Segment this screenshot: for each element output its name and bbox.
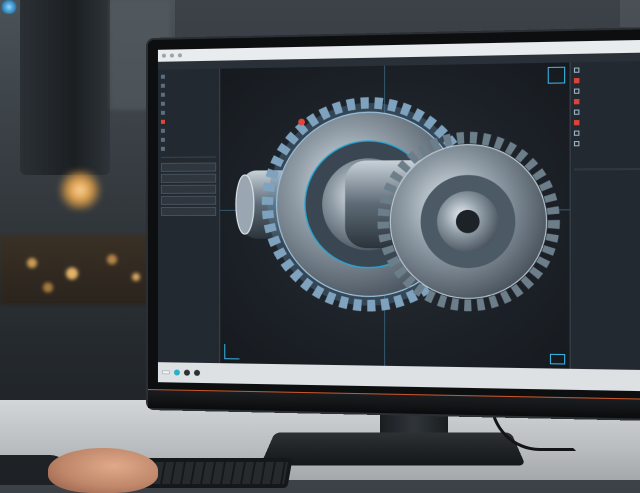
parameter-field[interactable] — [160, 206, 217, 216]
parameter-field[interactable] — [160, 162, 217, 172]
node-icon — [160, 110, 165, 115]
window-dot-icon[interactable] — [169, 53, 174, 58]
tool-icon — [573, 66, 580, 73]
tree-item[interactable] — [160, 99, 216, 107]
tool-icon — [573, 87, 580, 94]
background-light — [0, 0, 18, 14]
person-hand — [48, 448, 158, 493]
parameter-field[interactable] — [160, 184, 217, 194]
window-dot-icon[interactable] — [177, 53, 182, 58]
tool-icon — [573, 77, 580, 83]
tool-icon — [573, 129, 580, 136]
node-icon — [160, 92, 165, 97]
tool-row[interactable] — [573, 64, 640, 74]
background-machine-column — [20, 0, 110, 175]
properties-panel — [569, 60, 640, 371]
node-icon — [160, 137, 165, 142]
tree-item[interactable] — [160, 90, 216, 98]
tool-icon — [573, 108, 580, 115]
monitor-stand-base — [260, 432, 526, 466]
tree-item[interactable] — [160, 81, 216, 89]
tool-icon — [573, 140, 580, 146]
property-row[interactable] — [574, 183, 640, 191]
properties-header — [573, 167, 640, 171]
tool-row[interactable] — [573, 85, 640, 95]
background-glow — [55, 170, 105, 210]
tree-item[interactable] — [160, 108, 216, 116]
property-row[interactable] — [574, 221, 640, 228]
keyboard — [137, 458, 293, 488]
property-row[interactable] — [574, 211, 640, 218]
tool-row[interactable] — [573, 75, 640, 85]
node-icon — [160, 128, 165, 133]
tree-item-selected[interactable] — [160, 117, 216, 125]
tool-row[interactable] — [573, 138, 640, 147]
node-icon — [160, 101, 165, 106]
3d-viewport[interactable] — [220, 62, 570, 369]
app-icon[interactable] — [193, 369, 201, 376]
tool-icon — [573, 98, 580, 104]
tree-item[interactable] — [160, 135, 216, 143]
parameter-field[interactable] — [160, 173, 217, 183]
node-icon — [160, 74, 165, 79]
taskbar-search-field[interactable] — [161, 370, 170, 375]
tool-row[interactable] — [573, 117, 640, 126]
window-dot-icon[interactable] — [161, 53, 166, 58]
monitor-screen — [157, 39, 640, 392]
tool-row[interactable] — [573, 96, 640, 106]
property-row[interactable] — [574, 173, 640, 181]
model-tree-panel — [157, 68, 221, 364]
node-icon — [160, 83, 165, 88]
app-icon[interactable] — [183, 369, 190, 376]
property-row[interactable] — [574, 202, 640, 210]
tool-row[interactable] — [573, 128, 640, 137]
monitor — [148, 28, 640, 420]
divider — [160, 156, 217, 158]
tree-item[interactable] — [160, 126, 216, 134]
gear-assembly-icon[interactable] — [220, 62, 569, 368]
tree-item[interactable] — [160, 72, 216, 80]
background-metal-parts — [0, 235, 160, 305]
tool-icon — [573, 119, 580, 125]
app-icon[interactable] — [173, 369, 180, 376]
node-icon — [160, 146, 165, 151]
node-icon — [160, 119, 165, 124]
tool-row[interactable] — [573, 106, 640, 115]
tree-item[interactable] — [160, 144, 216, 152]
property-row[interactable] — [574, 192, 640, 200]
parameter-field[interactable] — [160, 195, 217, 205]
